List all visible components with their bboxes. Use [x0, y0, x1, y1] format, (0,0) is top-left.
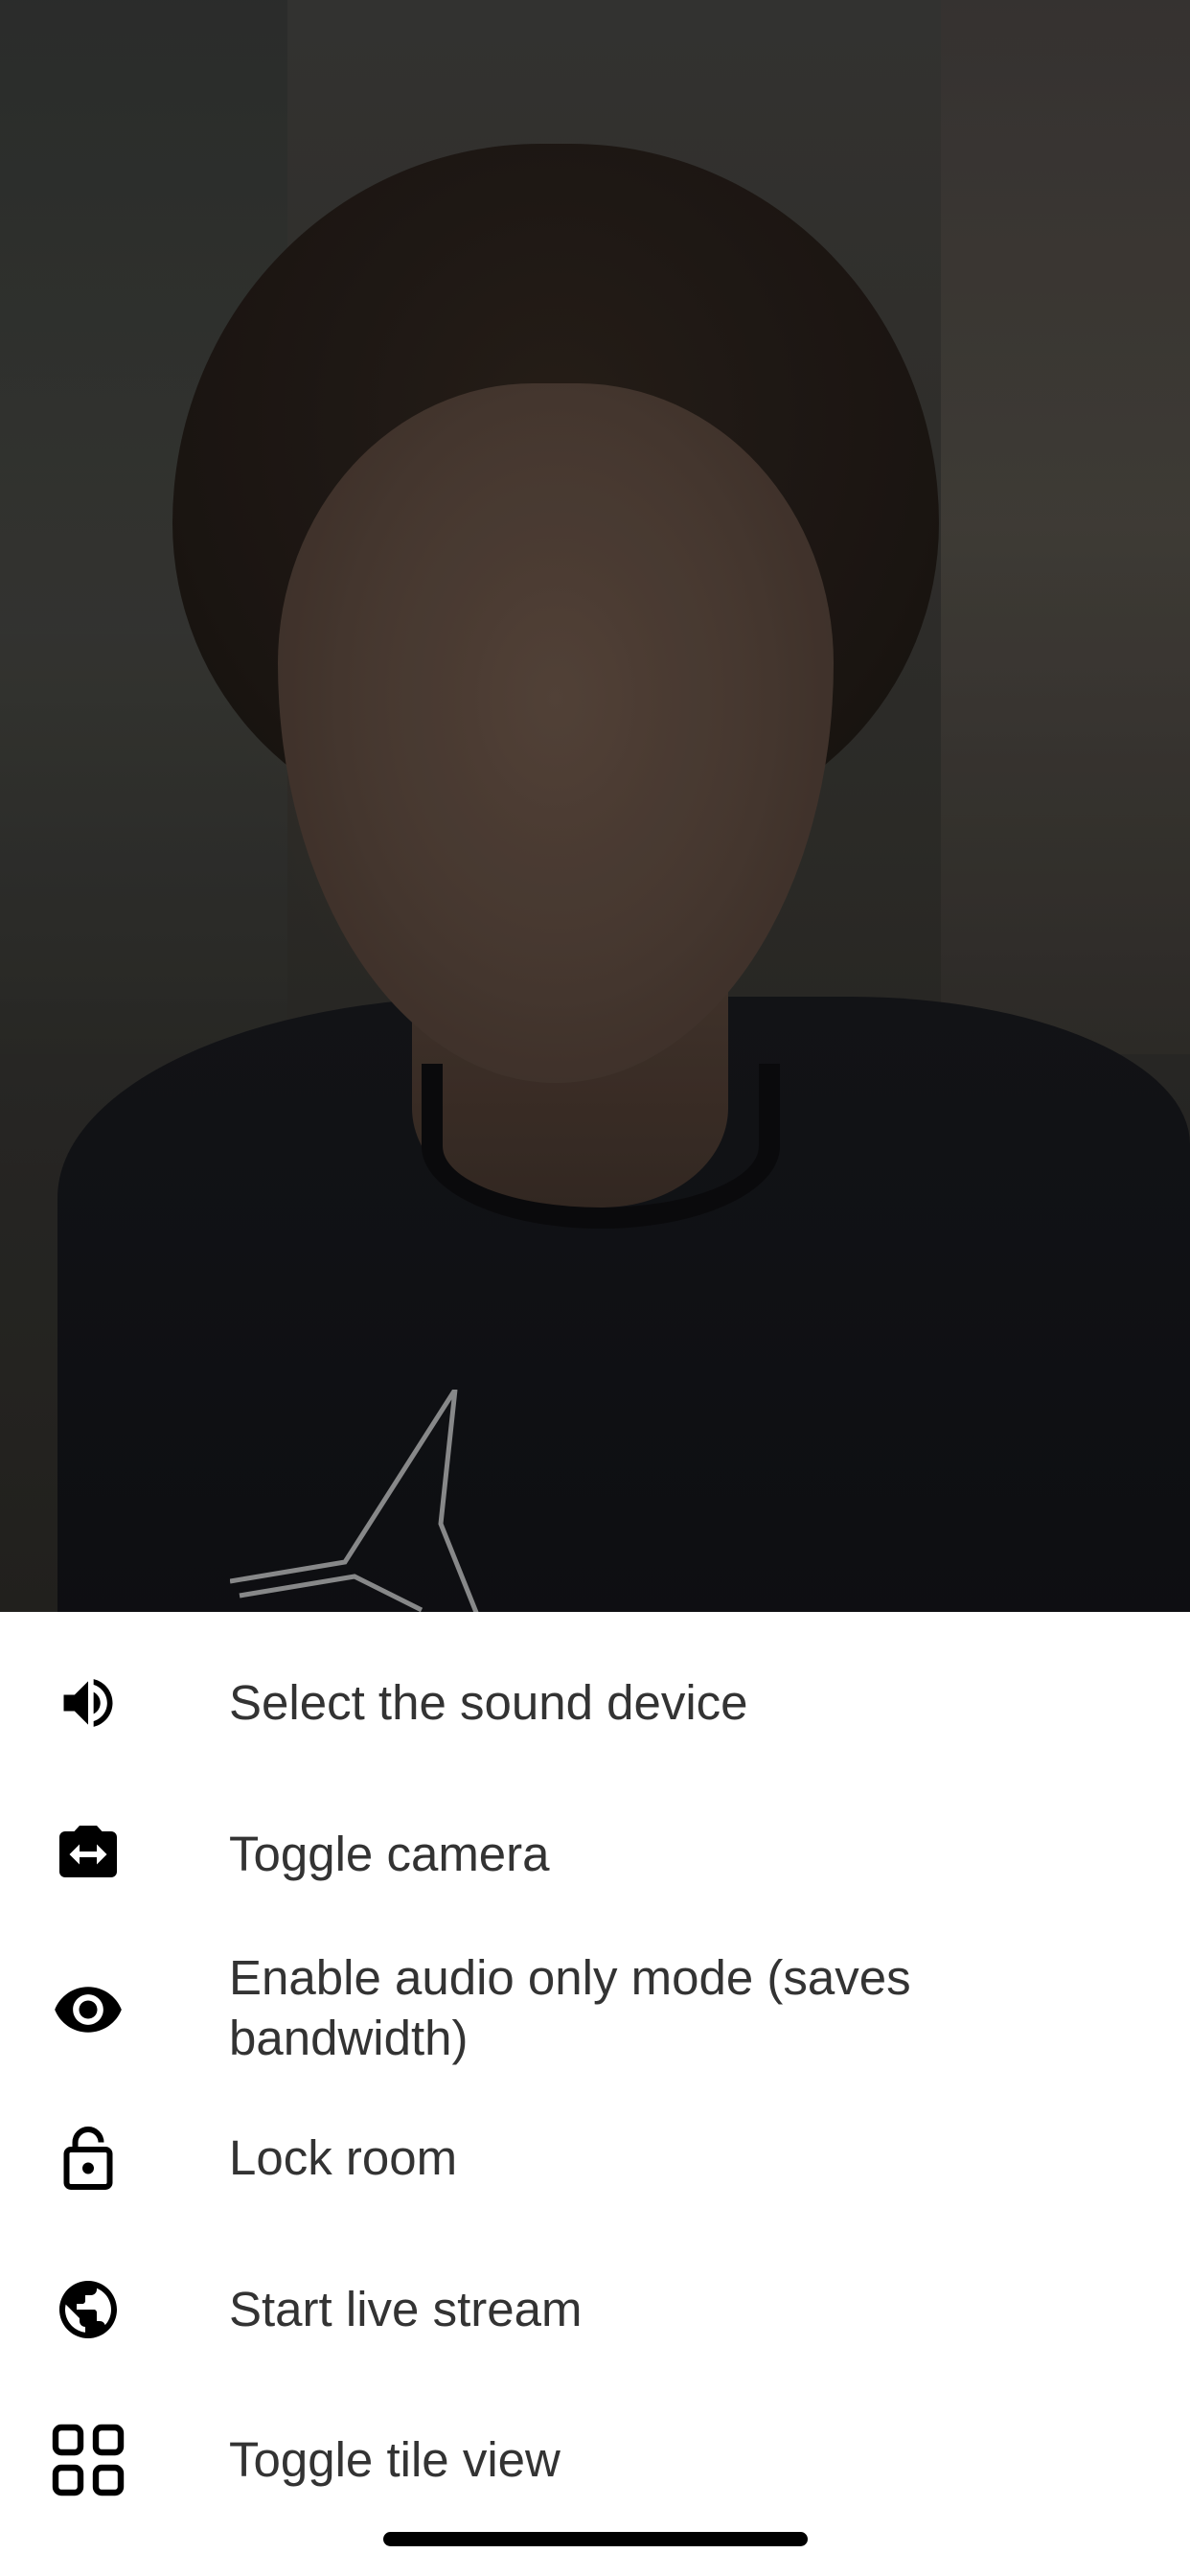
overflow-menu-sheet: Select the sound device Toggle camera En…: [0, 1612, 1190, 2576]
menu-item-toggle-camera[interactable]: Toggle camera: [0, 1802, 1190, 1907]
tile-view-icon: [50, 2422, 126, 2498]
menu-item-label: Toggle tile view: [229, 2432, 561, 2487]
menu-item-sound-device[interactable]: Select the sound device: [0, 1650, 1190, 1756]
volume-icon: [50, 1665, 126, 1741]
participant-video[interactable]: [0, 0, 1190, 1668]
home-indicator[interactable]: [383, 2532, 808, 2546]
menu-item-lock-room[interactable]: Lock room: [0, 2105, 1190, 2211]
globe-icon: [50, 2271, 126, 2348]
menu-item-live-stream[interactable]: Start live stream: [0, 2257, 1190, 2362]
eye-icon: [50, 1971, 126, 2048]
menu-item-label: Toggle camera: [229, 1827, 550, 1881]
menu-item-tile-view[interactable]: Toggle tile view: [0, 2407, 1190, 2513]
menu-item-label: Enable audio only mode (saves bandwidth): [229, 1950, 911, 2065]
switch-camera-icon: [50, 1816, 126, 1893]
lock-open-icon: [50, 2120, 126, 2196]
screen: Select the sound device Toggle camera En…: [0, 0, 1190, 2576]
menu-item-label: Lock room: [229, 2130, 458, 2185]
menu-item-audio-only[interactable]: Enable audio only mode (saves bandwidth): [0, 1943, 1190, 2077]
menu-item-label: Start live stream: [229, 2282, 583, 2336]
menu-item-label: Select the sound device: [229, 1675, 748, 1730]
